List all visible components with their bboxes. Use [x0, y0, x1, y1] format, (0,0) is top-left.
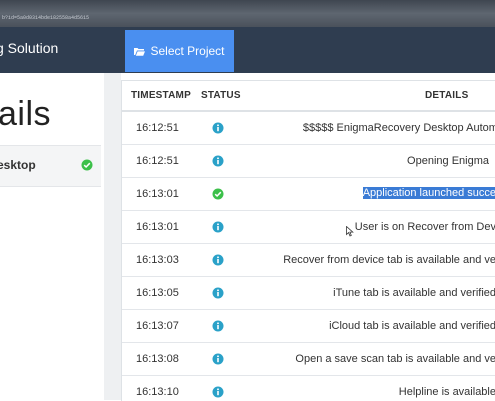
timestamp-cell: 16:12:51 — [136, 155, 179, 167]
table-header: TIMESTAMP STATUS DETAILS — [122, 81, 495, 112]
project-list-item-label: esktop — [0, 158, 36, 172]
browser-chrome: b?id=5a0d0314bde182558a4d5615 — [0, 0, 495, 27]
mouse-cursor-icon — [346, 224, 354, 242]
url-bar[interactable]: b?id=5a0d0314bde182558a4d5615 — [0, 12, 302, 24]
table-row[interactable]: 16:12:51 Opening Enigma — [122, 145, 495, 178]
header-details[interactable]: DETAILS — [425, 90, 468, 101]
details-cell: Recover from device tab is available and… — [283, 254, 495, 266]
details-cell: Opening Enigma — [407, 155, 489, 167]
info-icon — [212, 122, 224, 134]
details-cell: iCloud tab is available and verified — [329, 320, 495, 332]
details-cell: iTune tab is available and verified — [333, 287, 495, 299]
table-row[interactable]: 16:13:07 iCloud tab is available and ver… — [122, 310, 495, 343]
table-row[interactable]: 16:13:01 User is on Recover from Dev — [122, 211, 495, 244]
header-status[interactable]: STATUS — [201, 90, 241, 101]
select-project-label: Select Project — [150, 44, 225, 58]
timestamp-cell: 16:13:07 — [136, 320, 179, 332]
panel-gutter — [104, 73, 121, 400]
table-row[interactable]: 16:12:51 $$$$$ EnigmaRecovery Desktop Au… — [122, 112, 495, 145]
table-row[interactable]: 16:13:08 Open a save scan tab is availab… — [122, 343, 495, 376]
selected-text[interactable]: Application launched succe — [362, 187, 495, 199]
timestamp-cell: 16:13:01 — [136, 221, 179, 233]
timestamp-cell: 16:13:05 — [136, 287, 179, 299]
brand-title[interactable]: g Solution — [0, 40, 58, 56]
details-cell: $$$$$ EnigmaRecovery Desktop Automation … — [302, 122, 495, 134]
top-navbar: g Solution — [0, 27, 495, 73]
timestamp-cell: 16:12:51 — [136, 122, 179, 134]
timestamp-cell: 16:13:01 — [136, 188, 179, 200]
details-cell: Helpline is available — [398, 386, 495, 398]
table-row[interactable]: 16:13:10 Helpline is available — [122, 376, 495, 401]
table-row[interactable]: 16:13:01 Application launched succe — [122, 178, 495, 211]
project-list-item[interactable]: esktop — [0, 145, 101, 187]
table-row[interactable]: 16:13:03 Recover from device tab is avai… — [122, 244, 495, 277]
folder-open-icon — [134, 47, 146, 56]
page-title: ails — [0, 95, 52, 133]
check-circle-icon — [81, 158, 93, 176]
header-timestamp[interactable]: TIMESTAMP — [131, 90, 191, 101]
log-table: TIMESTAMP STATUS DETAILS 16:12:51 $$$$$ … — [121, 80, 495, 401]
timestamp-cell: 16:13:10 — [136, 386, 179, 398]
project-sidebar: ails esktop — [0, 73, 104, 400]
details-cell: Open a save scan tab is available and ve — [295, 353, 495, 365]
timestamp-cell: 16:13:08 — [136, 353, 179, 365]
details-cell: Application launched succe — [216, 187, 495, 199]
select-project-button[interactable]: Select Project — [125, 30, 234, 72]
details-cell: User is on Recover from Dev — [354, 221, 495, 233]
timestamp-cell: 16:13:03 — [136, 254, 179, 266]
table-row[interactable]: 16:13:05 iTune tab is available and veri… — [122, 277, 495, 310]
